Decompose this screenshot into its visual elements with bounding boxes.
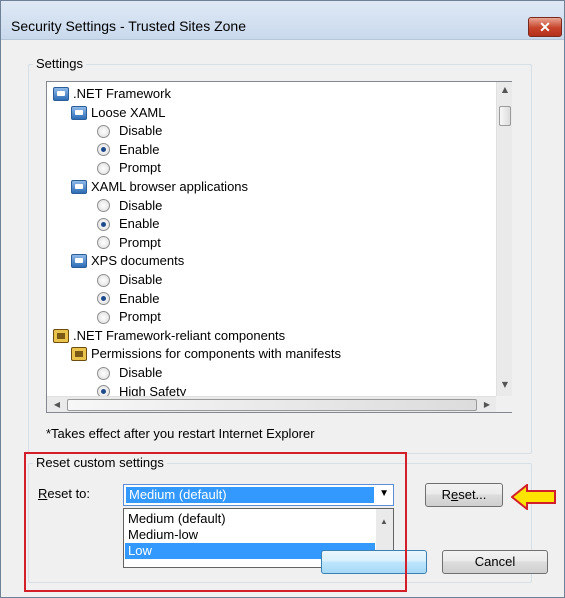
scroll-down-icon[interactable]: ▼: [497, 380, 513, 389]
radio-option[interactable]: Disable: [97, 271, 162, 289]
radio-option[interactable]: High Safety: [97, 383, 186, 396]
scroll-left-icon[interactable]: ◀: [49, 400, 65, 409]
window-title: Security Settings - Trusted Sites Zone: [11, 18, 246, 34]
net-settings-icon: [71, 180, 87, 194]
radio-option[interactable]: Enable: [97, 141, 159, 159]
radio-button[interactable]: [97, 273, 110, 287]
radio-button[interactable]: [97, 199, 110, 213]
annotation-highlight-box: [24, 452, 407, 592]
scroll-right-icon[interactable]: ▶: [479, 400, 495, 409]
tree-row-label: XPS documents: [91, 253, 185, 269]
radio-button[interactable]: [97, 143, 110, 157]
radio-button[interactable]: [97, 161, 110, 175]
radio-option[interactable]: Disable: [97, 197, 162, 215]
vertical-scroll-thumb[interactable]: [499, 106, 511, 126]
radio-button[interactable]: [97, 124, 110, 138]
settings-tree-list: .NET Framework Loose XAML Disable Enable Pro…: [47, 82, 496, 396]
horizontal-scroll-thumb[interactable]: [67, 399, 477, 411]
tree-row-label: XAML browser applications: [91, 179, 249, 194]
radio-button[interactable]: [97, 292, 110, 306]
radio-button[interactable]: [97, 385, 110, 396]
radio-button[interactable]: [97, 310, 110, 324]
tree-row-label: Enable: [119, 290, 160, 306]
settings-group-label: Settings: [33, 56, 86, 71]
component-lock-icon: [71, 347, 87, 362]
tree-row-label: Disable: [119, 197, 163, 213]
settings-tree[interactable]: .NET Framework Loose XAML Disable Enable Pro…: [46, 81, 512, 413]
tree-horizontal-scrollbar[interactable]: ◀ ▶: [47, 396, 496, 412]
tree-vertical-scrollbar[interactable]: ▲ ▼: [496, 82, 512, 396]
reset-button[interactable]: Reset...: [425, 483, 503, 507]
tree-row-label: Permissions for components with manifest…: [91, 346, 341, 362]
tree-row-label: Enable: [119, 216, 160, 232]
radio-button[interactable]: [97, 366, 110, 380]
close-button[interactable]: ✕: [528, 17, 562, 37]
tree-row-label: Prompt: [119, 309, 161, 325]
tree-row-label: Disable: [119, 365, 163, 380]
annotation-arrow-icon: [511, 484, 556, 510]
tree-setting: XPS documents: [71, 252, 184, 270]
tree-category: .NET Framework-reliant components: [53, 327, 285, 345]
tree-row-label: .NET Framework: [73, 86, 171, 101]
net-settings-icon: [53, 87, 69, 101]
radio-button[interactable]: [97, 236, 110, 250]
radio-option[interactable]: Enable: [97, 215, 159, 233]
tree-row-label: Prompt: [119, 234, 161, 250]
radio-option[interactable]: Enable: [97, 290, 159, 308]
tree-row-label: Disable: [119, 272, 163, 287]
radio-option[interactable]: Prompt: [97, 308, 161, 326]
tree-setting: Permissions for components with manifest…: [71, 345, 341, 363]
net-settings-icon: [71, 254, 87, 269]
security-settings-dialog: Security Settings - Trusted Sites Zone ✕…: [0, 0, 565, 598]
scrollbar-corner: [496, 396, 512, 412]
cancel-button[interactable]: Cancel: [442, 550, 548, 574]
scroll-up-icon[interactable]: ▲: [497, 85, 513, 94]
tree-row-label: Loose XAML: [91, 104, 166, 120]
title-bar: Security Settings - Trusted Sites Zone ✕: [1, 1, 564, 40]
tree-row-label: Enable: [119, 141, 160, 157]
radio-button[interactable]: [97, 217, 110, 231]
tree-row-label: Disable: [119, 123, 163, 139]
tree-category: .NET Framework: [53, 85, 171, 103]
radio-option[interactable]: Disable: [97, 364, 162, 382]
net-settings-icon: [71, 105, 87, 120]
component-lock-icon: [53, 328, 69, 343]
radio-option[interactable]: Prompt: [97, 234, 161, 252]
tree-setting: XAML browser applications: [71, 178, 248, 196]
radio-option[interactable]: Prompt: [97, 159, 161, 177]
tree-row-label: High Safety: [119, 383, 187, 396]
tree-setting: Loose XAML: [71, 104, 165, 122]
restart-note: *Takes effect after you restart Internet…: [46, 426, 315, 441]
tree-row-label: .NET Framework-reliant components: [73, 327, 286, 343]
radio-option[interactable]: Disable: [97, 122, 162, 140]
tree-row-label: Prompt: [119, 160, 161, 176]
